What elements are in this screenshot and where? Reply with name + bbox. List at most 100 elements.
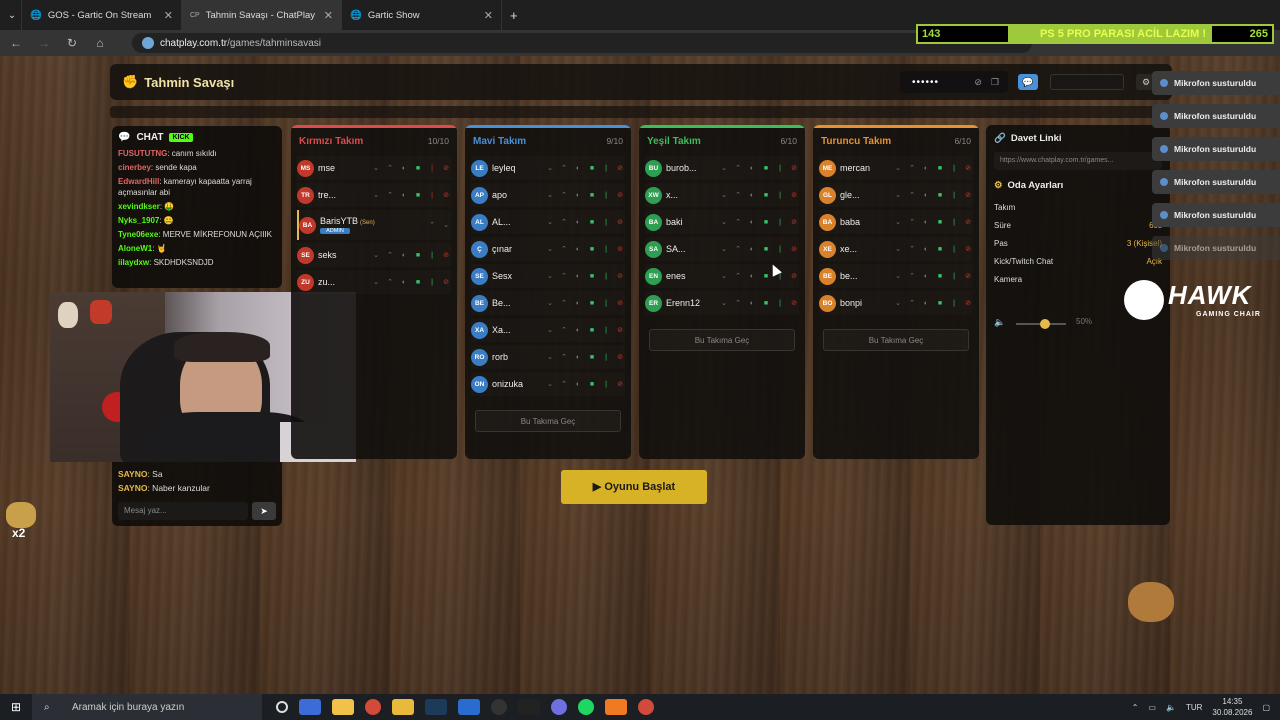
chat-toggle-button[interactable]: 💬 [1018,74,1038,90]
move-down-icon[interactable]: ⌄ [545,191,555,199]
camera-icon[interactable]: ■ [587,246,597,253]
mic-icon[interactable]: ❘ [601,326,611,334]
start-button[interactable]: ⊞ [0,700,32,714]
mic-icon[interactable]: ❘ [949,245,959,253]
mic-icon[interactable]: ❘ [601,299,611,307]
tab-gartic-show[interactable]: 🌐 Gartic Show ✕ [342,0,502,30]
file-explorer-icon[interactable] [392,699,414,715]
move-up-icon[interactable]: ⌃ [733,191,743,199]
kick-icon[interactable]: ⊘ [441,278,451,286]
shield-icon[interactable]: ◐ [573,381,583,388]
clock[interactable]: 14:35 30.08.2026 [1212,696,1252,718]
setting-row[interactable]: Süre60s [994,217,1162,235]
kick-icon[interactable]: ⊘ [615,380,625,388]
mic-icon[interactable]: ❘ [949,299,959,307]
copy-icon[interactable]: ❐ [991,77,1000,88]
move-up-icon[interactable]: ⌃ [907,272,917,280]
tab-gos[interactable]: 🌐 GOS - Gartic On Stream ✕ [22,0,182,30]
join-team-button[interactable]: Bu Takıma Geç [823,329,969,351]
language-indicator[interactable]: TUR [1186,703,1202,712]
shield-icon[interactable]: ◐ [921,219,931,226]
camera-icon[interactable]: ■ [761,165,771,172]
shield-icon[interactable]: ◐ [747,273,757,280]
move-up-icon[interactable]: ⌃ [559,272,569,280]
kick-icon[interactable]: ⊘ [789,272,799,280]
move-up-icon[interactable]: ⌃ [733,218,743,226]
move-up-icon[interactable]: ⌃ [385,251,395,259]
camera-icon[interactable]: ■ [935,192,945,199]
kick-icon[interactable]: ⊘ [615,245,625,253]
close-tab-icon[interactable]: ✕ [484,9,493,22]
shield-icon[interactable]: ◐ [573,327,583,334]
kick-icon[interactable]: ⊘ [963,245,973,253]
camera-icon[interactable]: ■ [935,246,945,253]
kick-icon[interactable]: ⊘ [963,218,973,226]
kick-icon[interactable]: ⊘ [963,164,973,172]
mic-icon[interactable]: ❘ [949,272,959,280]
site-info-icon[interactable] [142,37,154,49]
shield-icon[interactable]: ◐ [921,192,931,199]
camera-icon[interactable]: ■ [413,279,423,286]
kick-icon[interactable]: ⊘ [615,353,625,361]
move-down-icon[interactable]: ⌄ [545,218,555,226]
camera-icon[interactable]: ■ [587,354,597,361]
home-icon[interactable]: ⌂ [92,36,108,50]
shield-icon[interactable]: ◐ [921,273,931,280]
mic-icon[interactable]: ❘ [427,164,437,172]
move-down-icon[interactable]: ⌄ [893,164,903,172]
close-tab-icon[interactable]: ✕ [324,9,333,22]
mic-icon[interactable]: ❘ [949,191,959,199]
setting-row[interactable]: Kick/Twitch Chat Açık [994,253,1162,271]
kick-icon[interactable]: ⊘ [615,299,625,307]
mic-icon[interactable]: ❘ [601,353,611,361]
move-down-icon[interactable]: ⌄ [719,218,729,226]
camera-icon[interactable]: ■ [935,273,945,280]
spotify-icon[interactable] [578,699,594,715]
move-down-icon[interactable]: ⌄ [893,245,903,253]
move-down-icon[interactable]: ⌄ [545,380,555,388]
join-team-button[interactable]: Bu Takıma Geç [475,410,621,432]
tab-tahmin-savasi[interactable]: CP Tahmin Savaşı - ChatPlay ✕ [182,0,342,30]
kick-icon[interactable]: ⊘ [789,164,799,172]
mic-icon[interactable]: ❘ [775,245,785,253]
kick-icon[interactable]: ⊘ [963,191,973,199]
camera-icon[interactable]: ■ [935,165,945,172]
shield-icon[interactable]: ◐ [573,273,583,280]
kick-icon[interactable]: ⊘ [615,272,625,280]
shield-icon[interactable]: ◐ [399,252,409,259]
send-icon[interactable]: ➤ [252,502,276,520]
header-action-button[interactable] [1050,74,1124,90]
forward-icon[interactable]: → [36,36,52,50]
move-down-icon[interactable]: ⌄ [545,272,555,280]
steam-icon[interactable] [425,699,447,715]
shield-icon[interactable]: ◐ [921,165,931,172]
move-down-icon[interactable]: ⌄ [545,164,555,172]
mic-icon[interactable]: ❘ [601,380,611,388]
camera-icon[interactable]: ■ [935,219,945,226]
close-tab-icon[interactable]: ✕ [164,9,173,22]
mic-icon[interactable]: ❘ [949,218,959,226]
new-tab-button[interactable]: + [502,0,526,30]
notification-center-icon[interactable]: ▢ [1262,703,1270,712]
move-down-icon[interactable]: ⌄ [719,272,729,280]
move-up-icon[interactable]: ⌃ [385,278,395,286]
cortana-icon[interactable] [276,701,288,713]
kick-icon[interactable]: ⊘ [615,326,625,334]
camera-icon[interactable]: ■ [587,219,597,226]
setting-row[interactable]: Pas 3 (Kişisel) [994,235,1162,253]
mic-icon[interactable]: ❘ [601,164,611,172]
mic-icon[interactable]: ❘ [601,191,611,199]
app-icon[interactable] [332,699,354,715]
url-field[interactable]: chatplay.com.tr/games/tahminsavasi [132,33,1032,53]
kick-icon[interactable]: ⊘ [441,191,451,199]
camera-icon[interactable]: ■ [413,252,423,259]
obs-icon[interactable] [491,699,507,715]
move-down-icon[interactable]: ⌄ [719,191,729,199]
shield-icon[interactable]: ◐ [573,219,583,226]
move-down-icon[interactable]: ⌄ [371,251,381,259]
mic-icon[interactable]: ❘ [601,218,611,226]
shield-icon[interactable]: ◐ [573,354,583,361]
kick-icon[interactable]: ⊘ [963,272,973,280]
eye-slash-icon[interactable]: ⊘ [974,77,983,88]
move-down-icon[interactable]: ⌄ [893,299,903,307]
